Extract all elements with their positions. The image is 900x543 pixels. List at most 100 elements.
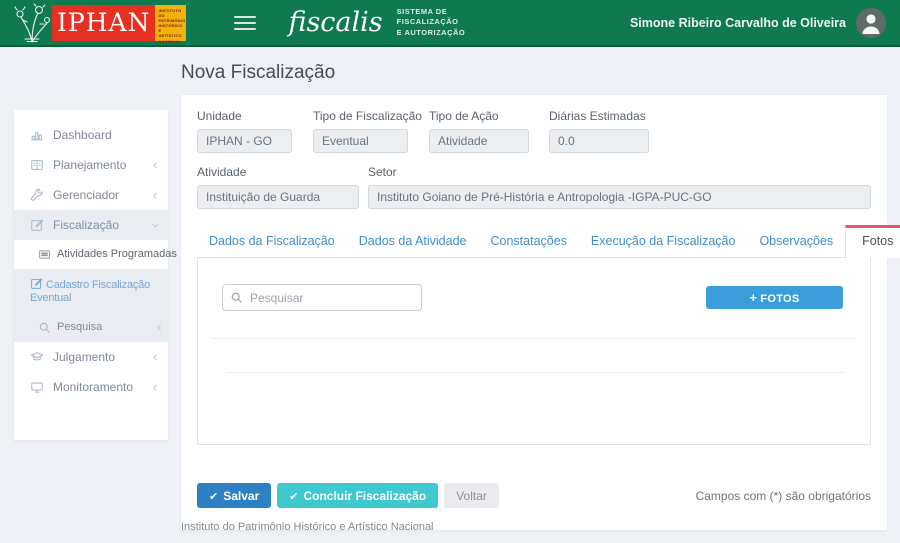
logo-sub-line: Instituto do (158, 8, 184, 18)
field-tipo-acao: Tipo de Ação (429, 109, 529, 153)
tab-observacoes[interactable]: Observações (747, 226, 845, 257)
tab-constatacoes[interactable]: Constatações (478, 226, 578, 257)
sidebar-item-monitoramento[interactable]: Monitoramento (14, 372, 168, 402)
chevron-left-icon (151, 383, 160, 392)
sidebar: Dashboard Planejamento Gerenciador Fisca… (14, 110, 168, 440)
sidebar-item-label: Julgamento (53, 351, 115, 364)
check-icon: ✔ (209, 491, 218, 503)
field-unidade: Unidade (197, 109, 292, 153)
sidebar-item-label: Atividades Programadas (57, 248, 177, 261)
unidade-input (197, 129, 292, 153)
hamburger-menu-icon[interactable] (234, 12, 256, 34)
fiscalizacao-submenu: Fiscalização Atividades Programadas Cada… (14, 210, 168, 342)
field-label: Tipo de Ação (429, 109, 529, 123)
tab-bar: Dados da Fiscalização Dados da Atividade… (197, 225, 871, 257)
chevron-down-icon (151, 221, 160, 230)
iphan-logo[interactable]: IPHAN (52, 5, 155, 41)
iphan-logo-subtext: Instituto do Patrimônio Histórico e Artí… (155, 5, 186, 41)
system-name-line: E AUTORIZAÇÃO (397, 28, 466, 39)
form-actions: ✔ Salvar ✔ Concluir Fiscalização Voltar Ca… (197, 483, 871, 508)
system-name-line: FISCALIZAÇÃO (397, 17, 466, 28)
diarias-estimadas-input (549, 129, 649, 153)
add-photos-button[interactable]: +FOTOS (706, 286, 843, 309)
search-icon (38, 321, 51, 334)
photo-search (222, 284, 422, 311)
user-menu[interactable]: Simone Ribeiro Carvalho de Oliveira (630, 8, 886, 38)
form-card: Unidade Tipo de Fiscalização Tipo de Açã… (181, 95, 887, 530)
sidebar-item-pesquisa[interactable]: Pesquisa (14, 313, 168, 342)
system-name-line: SISTEMA DE (397, 7, 466, 18)
empty-list-divider (211, 338, 857, 339)
sidebar-item-gerenciador[interactable]: Gerenciador (14, 180, 168, 210)
back-button-label: Voltar (456, 489, 487, 503)
tab-dados-da-atividade[interactable]: Dados da Atividade (347, 226, 479, 257)
field-setor: Setor (368, 165, 871, 209)
chevron-left-icon (155, 323, 164, 332)
field-atividade: Atividade (197, 165, 359, 209)
graduation-cap-icon (30, 350, 44, 364)
tab-execucao-da-fiscalizacao[interactable]: Execução da Fiscalização (579, 226, 748, 257)
sidebar-item-label: Dashboard (53, 129, 112, 142)
form-row-2: Atividade Setor (197, 165, 871, 209)
field-label: Unidade (197, 109, 292, 123)
chevron-left-icon (151, 191, 160, 200)
field-label: Setor (368, 165, 871, 179)
field-label: Atividade (197, 165, 359, 179)
form-row-1: Unidade Tipo de Fiscalização Tipo de Açã… (197, 109, 871, 153)
save-button-label: Salvar (223, 489, 259, 503)
system-name: SISTEMA DE FISCALIZAÇÃO E AUTORIZAÇÃO (397, 7, 466, 39)
tab-fotos[interactable]: Fotos (845, 225, 900, 258)
bar-chart-icon (30, 128, 44, 142)
main-content: Nova Fiscalização Unidade Tipo de Fiscal… (181, 62, 887, 530)
field-diarias-estimadas: Diárias Estimadas (549, 109, 649, 153)
book-icon (30, 158, 44, 172)
fotos-tab-panel: +FOTOS (197, 257, 871, 445)
sidebar-item-planejamento[interactable]: Planejamento (14, 150, 168, 180)
field-tipo-fiscalizacao: Tipo de Fiscalização (313, 109, 408, 153)
wrench-icon (30, 188, 44, 202)
sidebar-item-fiscalizacao[interactable]: Fiscalização (14, 210, 168, 240)
search-icon (230, 291, 243, 304)
field-label: Tipo de Fiscalização (313, 109, 408, 123)
photo-search-input[interactable] (222, 284, 422, 311)
conclude-inspection-button[interactable]: ✔ Concluir Fiscalização (277, 483, 438, 508)
setor-input (368, 185, 871, 209)
sidebar-item-label: Fiscalização (53, 219, 119, 232)
tab-dados-da-fiscalizacao[interactable]: Dados da Fiscalização (197, 226, 347, 257)
sidebar-item-label: Pesquisa (57, 321, 102, 334)
list-icon (38, 248, 51, 261)
sidebar-item-label: Monitoramento (53, 381, 133, 394)
tipo-acao-input (429, 129, 529, 153)
monitor-icon (30, 380, 44, 394)
check-icon: ✔ (289, 491, 298, 503)
field-label: Diárias Estimadas (549, 109, 649, 123)
page-title: Nova Fiscalização (181, 62, 887, 84)
logo-sub-line: Histórico e (158, 23, 184, 33)
edit-icon (30, 218, 44, 232)
back-button[interactable]: Voltar (444, 483, 499, 508)
logo-sub-line: Nacional (158, 39, 184, 44)
add-photos-label: FOTOS (760, 293, 799, 305)
chevron-left-icon (151, 353, 160, 362)
fiscalis-brand: fiscalis (288, 7, 382, 38)
logo-sub-line: Artístico (158, 33, 184, 38)
user-name: Simone Ribeiro Carvalho de Oliveira (630, 16, 846, 30)
sidebar-item-dashboard[interactable]: Dashboard (14, 120, 168, 150)
edit-icon (30, 277, 43, 290)
user-avatar-icon[interactable] (856, 8, 886, 38)
conclude-button-label: Concluir Fiscalização (303, 489, 426, 503)
empty-list-divider (226, 372, 845, 373)
atividade-input (197, 185, 359, 209)
sidebar-item-label: Cadastro Fiscalização Eventual (30, 279, 150, 304)
sidebar-item-label: Planejamento (53, 159, 126, 172)
required-fields-note: Campos com (*) são obrigatórios (696, 489, 871, 503)
sidebar-item-julgamento[interactable]: Julgamento (14, 342, 168, 372)
sidebar-item-atividades-programadas[interactable]: Atividades Programadas (14, 240, 168, 269)
app-header: IPHAN Instituto do Patrimônio Histórico … (0, 0, 900, 47)
plus-icon: + (749, 290, 757, 305)
sidebar-item-cadastro-fiscalizacao-eventual[interactable]: Cadastro Fiscalização Eventual (14, 269, 168, 313)
tipo-fiscalizacao-input (313, 129, 408, 153)
save-button[interactable]: ✔ Salvar (197, 483, 271, 508)
fotos-toolbar: +FOTOS (198, 258, 870, 311)
footer-text: Instituto do Patrimônio Histórico e Artí… (181, 521, 434, 533)
